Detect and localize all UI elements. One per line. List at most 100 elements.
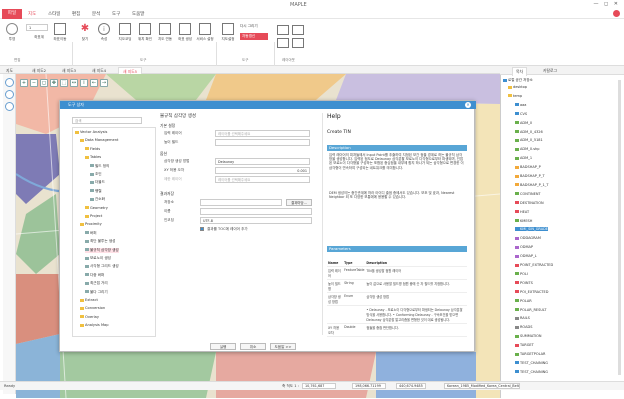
menu-edit[interactable]: 편집 <box>72 11 80 17</box>
tool-tree-item[interactable]: 보로노이 생성 <box>85 256 111 261</box>
run-button[interactable]: 실행 <box>210 343 236 350</box>
catalog-item[interactable]: POLAR <box>515 299 532 303</box>
layers-icon[interactable] <box>5 78 14 87</box>
tool-tree-item[interactable]: 사각형 그리드 생성 <box>85 264 119 269</box>
catalog-item[interactable]: HEAT <box>515 210 529 214</box>
coord-create-button[interactable]: 좌표 생성 <box>176 23 194 42</box>
tool-tree-item[interactable]: Proximity <box>80 222 102 226</box>
grid-icon[interactable] <box>5 90 14 99</box>
window-controls[interactable]: — ◻ ✕ <box>593 1 620 7</box>
catalog-item[interactable]: ADM_0 <box>515 121 532 125</box>
catalog-item[interactable]: ODMAP_L <box>515 254 537 258</box>
tool-tree-item[interactable]: Project <box>85 214 102 218</box>
catalog-item[interactable]: TEST_CHAINING <box>515 361 548 365</box>
full-extent-icon[interactable]: ◻ <box>40 79 48 87</box>
height-field-select[interactable] <box>215 139 310 146</box>
tool-tree-item[interactable]: 행렬 <box>90 189 102 194</box>
tool-tree-item[interactable]: 불다 그리기 <box>85 290 108 295</box>
zoom-in-icon[interactable]: + <box>20 79 28 87</box>
catalog-item[interactable]: POLAR_RESULT <box>515 308 547 312</box>
layout-2-icon[interactable] <box>292 25 304 35</box>
crs-button[interactable]: 좌표계 <box>26 35 52 40</box>
tool-tree-item[interactable]: Data Management <box>80 138 118 142</box>
tool-tree-item[interactable]: 최단 불투는 생성 <box>85 239 115 244</box>
move-button[interactable]: 좌표이동 <box>52 23 68 42</box>
file-menu-button[interactable]: 파일 <box>2 9 22 19</box>
tool-tree-item[interactable]: 다중 버퍼 <box>85 273 104 278</box>
scale-input[interactable]: 10,761,687 <box>302 383 336 389</box>
xy-tolerance-input[interactable]: 0.001 <box>215 167 310 174</box>
catalog-item[interactable]: BADSHAP_P_T <box>515 174 545 178</box>
tool-tree-item[interactable]: Analysis Map <box>80 323 109 327</box>
layout-4-icon[interactable] <box>292 38 304 48</box>
tool-tree-item[interactable]: Vector Analysis <box>75 130 107 134</box>
catalog-item[interactable]: POI_EXTRACTED <box>515 290 548 294</box>
catalog-item[interactable]: ADM_0.shp <box>515 147 539 151</box>
tool-tree-item[interactable]: Conversion <box>80 306 105 310</box>
catalog-item[interactable]: BADSHAP_P_1_T <box>515 183 549 187</box>
tool-tree-item[interactable]: 조인 <box>90 172 102 177</box>
catalog-item[interactable]: ODDAGRAM <box>515 236 541 240</box>
select-icon[interactable]: ⬚ <box>60 79 68 87</box>
input-layer-field[interactable]: 레이어를 선택해주세요 <box>215 130 310 137</box>
method-select[interactable]: Delaunay <box>215 158 310 165</box>
menu-analysis[interactable]: 분석 <box>92 11 100 17</box>
menu-tools[interactable]: 도구 <box>112 11 120 17</box>
catalog-item[interactable]: KMESH <box>515 219 532 223</box>
map-settings-button[interactable]: 지도설정 <box>219 23 237 42</box>
tool-tree-item[interactable]: 불규칙 삼각망 생성 <box>85 247 119 253</box>
tool-tree-item[interactable]: Fields <box>85 147 100 151</box>
layout-3-icon[interactable] <box>277 38 289 48</box>
catalog-item[interactable]: TEST_CHAINING <box>515 370 548 374</box>
browse-button[interactable]: 결과마당... <box>286 199 312 206</box>
identify-icon[interactable]: i <box>80 79 88 87</box>
menu-map[interactable]: 지도 <box>28 11 36 17</box>
find-button[interactable]: ✱ 찾기 <box>76 23 94 42</box>
catalog-root[interactable]: 로컬 공간 저장소 <box>503 78 533 83</box>
attributes-button[interactable]: i 속성 <box>96 23 112 42</box>
tool-tree-item[interactable]: 버퍼 <box>85 231 97 236</box>
catalog-item[interactable]: ADM_0_4326 <box>515 130 543 134</box>
catalog-item[interactable]: POLI <box>515 272 528 276</box>
locate-button[interactable]: 위치 확인 <box>136 23 154 42</box>
help-toggle-button[interactable]: 도움말 >> <box>270 343 296 350</box>
catalog-item[interactable]: CVS <box>515 112 527 116</box>
tool-tree-item[interactable]: Overlay <box>80 315 99 319</box>
catalog-item[interactable]: RAILS <box>515 316 530 320</box>
tab-catalog[interactable]: 카탈로그 <box>540 67 560 75</box>
tool-tree-item[interactable]: 더블드 <box>90 180 105 185</box>
notification-icon[interactable] <box>613 10 620 17</box>
name-input[interactable] <box>200 208 312 215</box>
zoom-out-icon[interactable]: − <box>30 79 38 87</box>
encoding-select[interactable]: UTF-8 <box>200 217 312 224</box>
redraw-button[interactable]: 다시 그리기 <box>240 24 270 31</box>
geocoding-button[interactable]: 지오코딩 <box>116 23 134 42</box>
catalog-item[interactable]: TARGETPOLAR <box>515 352 545 356</box>
next-extent-icon[interactable]: → <box>100 79 108 87</box>
crs-display[interactable]: Korean_1985_Modified_Korea_Central_Belt <box>444 383 520 389</box>
tool-tree-item[interactable]: Extract <box>80 298 98 302</box>
catalog-item[interactable]: aaa <box>515 103 526 107</box>
tab-toc[interactable]: 목차 <box>512 67 527 76</box>
catalog-item[interactable]: BADSHAP_P <box>515 165 541 169</box>
prev-extent-icon[interactable]: ← <box>90 79 98 87</box>
pan-icon[interactable]: ✥ <box>50 79 58 87</box>
auto-refresh-toggle[interactable]: 자동갱신 <box>240 33 268 40</box>
catalog-item[interactable]: ROADS <box>515 325 532 329</box>
breakline-field[interactable]: 레이어를 선택해주세요 <box>215 176 310 183</box>
catalog-item[interactable]: DESTINATION <box>515 201 544 205</box>
add-to-toc-checkbox[interactable] <box>200 227 204 231</box>
catalog-item[interactable]: desktop <box>508 85 527 89</box>
tool-tree-item[interactable]: 간소화 <box>90 197 105 202</box>
catalog-item[interactable]: ADM_0_5181 <box>515 138 543 142</box>
catalog-scrollbar[interactable] <box>618 80 621 375</box>
menu-style[interactable]: 스타일 <box>48 11 60 17</box>
tool-tree-item[interactable]: 필드 정의 <box>90 164 109 169</box>
save-location-select[interactable] <box>200 199 282 206</box>
menu-help[interactable]: 도움말 <box>132 11 144 17</box>
map-link-button[interactable]: 지도 연동 <box>156 23 174 42</box>
cancel-button[interactable]: 취소 <box>240 343 266 350</box>
info-panel-icon[interactable] <box>5 102 14 111</box>
catalog-item[interactable]: TARGET <box>515 343 534 347</box>
tool-tree-item[interactable]: Tables <box>85 155 101 159</box>
